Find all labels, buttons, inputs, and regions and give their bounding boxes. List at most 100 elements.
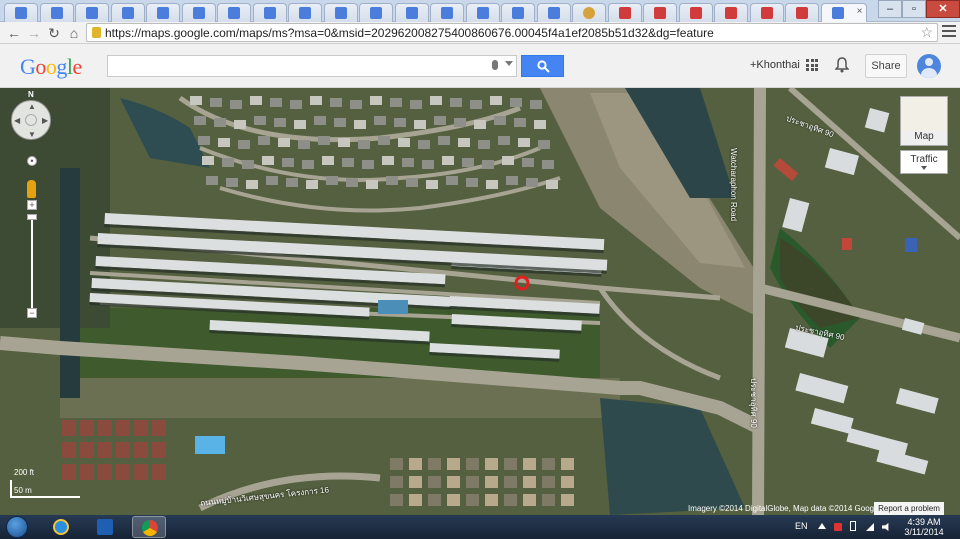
browser-tab[interactable] [39,3,74,22]
system-clock[interactable]: 4:39 AM 3/11/2014 [900,517,948,537]
taskbar-internet-explorer[interactable] [44,516,78,538]
browser-tab[interactable] [75,3,109,22]
address-bar[interactable]: https://maps.google.com/maps/ms?msa=0&ms… [86,23,938,42]
pegman-icon[interactable] [27,180,36,198]
house-roof [210,98,222,107]
house-roof-red [98,420,112,436]
browser-tab[interactable] [643,3,677,22]
taskbar-chrome[interactable] [132,516,166,538]
start-button[interactable] [6,516,28,538]
browser-tab[interactable] [749,3,784,22]
browser-tab[interactable] [714,3,748,22]
search-button[interactable] [521,55,564,77]
language-indicator[interactable]: EN [795,521,808,531]
minimize-button[interactable]: – [878,0,902,18]
house-roof [398,138,410,147]
pan-left-icon[interactable]: ◀ [14,116,20,125]
browser-tab[interactable] [785,3,819,22]
battery-icon[interactable] [850,521,856,531]
volume-icon[interactable] [882,523,889,531]
browser-tab[interactable] [181,3,216,22]
apps-grid-icon[interactable] [806,59,818,71]
pan-right-icon[interactable]: ▶ [42,116,48,125]
google-logo[interactable]: Google [20,54,82,80]
network-signal-icon[interactable] [866,523,874,531]
google-maps-icon [405,7,418,19]
browser-tab[interactable] [146,3,180,22]
browser-tab[interactable]: × [820,3,867,22]
house-roof [426,180,438,189]
browser-tab[interactable] [501,3,535,22]
pan-down-icon[interactable]: ▼ [28,130,36,139]
house-roof-red [98,464,112,480]
house-roof-south [485,458,498,470]
browser-tab[interactable] [323,3,358,22]
maximize-button[interactable]: ▫ [902,0,926,18]
browser-tab[interactable] [359,3,393,22]
show-hidden-icons-icon[interactable] [818,523,826,529]
zoom-slider-handle[interactable] [27,214,37,220]
zoom-slider-track[interactable] [31,220,33,308]
report-problem-link[interactable]: Report a problem [874,502,944,515]
house-roof [458,138,470,147]
browser-tab[interactable] [678,3,713,22]
user-name-link[interactable]: +Khonthai [750,59,800,71]
avatar[interactable] [917,54,941,78]
google-maps-icon [15,7,27,19]
house-roof-red [98,442,112,458]
map-preview-thumbnail [901,97,947,131]
maps-search-input[interactable] [107,55,517,77]
search-options-caret-icon[interactable] [505,61,513,66]
road-label-vertical: Watcharaphon Road [729,148,738,222]
scale-feet-label: 200 ft [14,468,35,477]
map-type-toggle[interactable]: Map [900,96,948,146]
house-roof-south [466,494,479,506]
pan-up-icon[interactable]: ▲ [28,102,36,111]
browser-tab[interactable] [430,3,464,22]
house-roof [418,140,430,149]
satellite-imagery [0,88,960,515]
forward-arrow-icon[interactable]: → [24,23,44,43]
browser-tab[interactable] [110,3,145,22]
browser-tab[interactable] [217,3,251,22]
tab-close-icon[interactable]: × [857,6,863,17]
browser-tab[interactable] [536,3,571,22]
house-roof [470,100,482,109]
house-roof-red [152,464,166,480]
house-roof [546,180,558,189]
pan-control[interactable]: N ▲ ▼ ◀ ▶ [11,90,51,140]
reload-icon[interactable]: ↻ [44,23,64,43]
browser-tab[interactable] [252,3,287,22]
bookmark-star-icon[interactable]: ☆ [920,24,933,41]
zoom-in-button[interactable]: + [27,200,37,210]
vertical-road [752,88,766,515]
window-close-button[interactable]: ✕ [926,0,960,18]
browser-menu-icon[interactable] [942,25,956,39]
house-roof [366,180,378,189]
home-icon[interactable]: ⌂ [64,23,84,43]
house-roof [438,136,450,145]
location-icon[interactable]: • [27,156,37,166]
browser-tab[interactable] [607,3,642,22]
house-roof-red [80,420,94,436]
house-roof [294,120,306,129]
shop-icon [725,7,737,19]
browser-tab[interactable] [4,3,38,22]
taskbar-outlook[interactable] [88,516,122,538]
house-roof-red [116,464,130,480]
house-roof [386,176,398,185]
satellite-map[interactable]: Watcharaphon Road ประชาอุทิศ 90 ประชาอุท… [0,88,960,515]
action-center-flag-icon[interactable] [834,523,842,531]
share-button[interactable]: Share [865,54,907,78]
browser-tab[interactable] [465,3,500,22]
house-roof [194,116,206,125]
browser-tab[interactable] [288,3,322,22]
browser-tab[interactable] [394,3,429,22]
house-roof [342,158,354,167]
browser-tab[interactable] [572,3,606,22]
microphone-icon[interactable] [492,60,498,70]
back-arrow-icon[interactable]: ← [4,23,24,43]
notifications-bell-icon[interactable] [835,57,849,73]
traffic-dropdown[interactable]: Traffic [900,150,948,174]
zoom-out-button[interactable]: − [27,308,37,318]
